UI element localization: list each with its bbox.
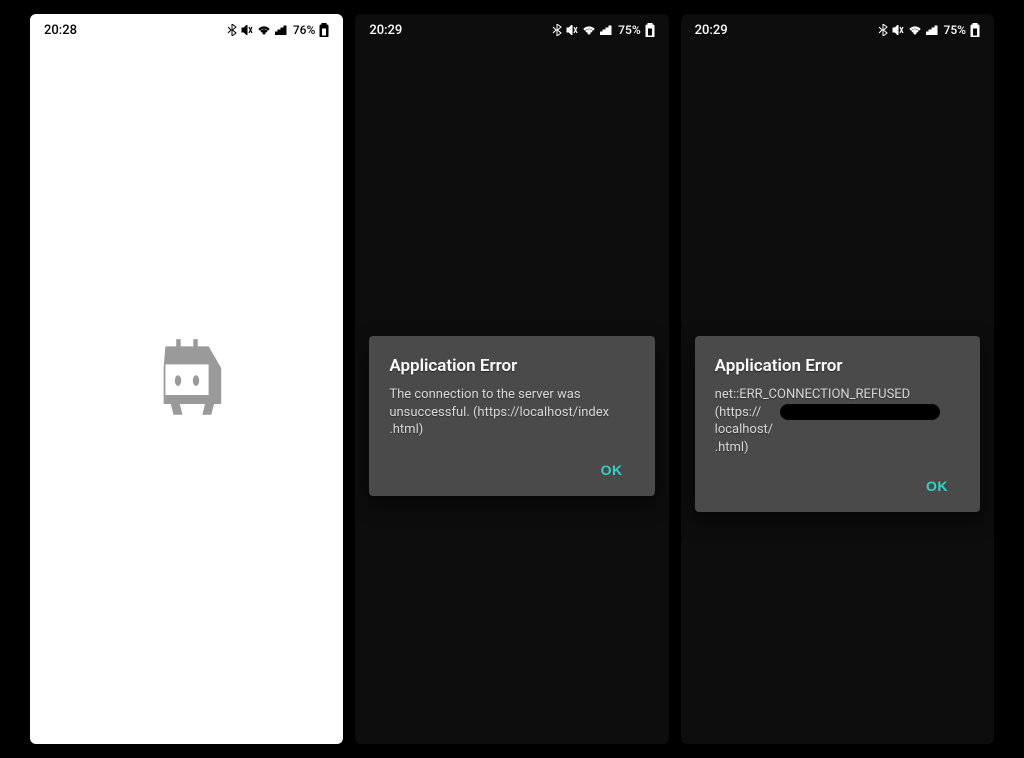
error-dialog: Application Error The connection to the … bbox=[369, 336, 654, 496]
dialog-title: Application Error bbox=[715, 356, 960, 376]
wifi-icon bbox=[582, 25, 596, 35]
cordova-robot-icon bbox=[142, 332, 232, 426]
battery-icon bbox=[970, 23, 980, 37]
ok-button[interactable]: OK bbox=[589, 454, 635, 486]
splash-area bbox=[30, 14, 343, 744]
signal-icon bbox=[600, 25, 612, 35]
clock-text: 20:29 bbox=[369, 23, 402, 38]
dialog-actions: OK bbox=[715, 470, 960, 502]
error-dialog: Application Error net::ERR_CONNECTION_RE… bbox=[695, 336, 980, 512]
dialog-line-3: .html) bbox=[389, 421, 634, 439]
redaction-mark bbox=[780, 404, 940, 420]
ok-button[interactable]: OK bbox=[914, 470, 960, 502]
phone-screen-3: 20:29 75% Application Error net::ERR_CON… bbox=[681, 14, 994, 744]
status-icons: 75% bbox=[552, 23, 654, 37]
bluetooth-icon bbox=[878, 24, 888, 36]
battery-text: 75% bbox=[944, 23, 966, 37]
dialog-message: The connection to the server was unsucce… bbox=[389, 386, 634, 440]
dialog-line-3: .html) bbox=[715, 439, 960, 457]
mute-icon bbox=[892, 25, 904, 35]
battery-icon bbox=[645, 23, 655, 37]
signal-icon bbox=[926, 25, 938, 35]
bluetooth-icon bbox=[552, 24, 562, 36]
wifi-icon bbox=[908, 25, 922, 35]
dialog-message: net::ERR_CONNECTION_REFUSED (https:// lo… bbox=[715, 386, 960, 456]
dialog-title: Application Error bbox=[389, 356, 634, 376]
mute-icon bbox=[566, 25, 578, 35]
phone-screen-2: 20:29 75% Application Error The connecti… bbox=[355, 14, 668, 744]
status-bar: 20:29 75% bbox=[355, 14, 668, 46]
dialog-line-2: unsuccessful. (https://localhost/index bbox=[389, 404, 634, 422]
phone-screen-1: 20:28 76% bbox=[30, 14, 343, 744]
clock-text: 20:29 bbox=[695, 23, 728, 38]
battery-text: 75% bbox=[618, 23, 640, 37]
status-bar: 20:29 75% bbox=[681, 14, 994, 46]
dialog-line-1: The connection to the server was bbox=[389, 386, 634, 404]
dialog-actions: OK bbox=[389, 454, 634, 486]
dialog-line-2: localhost/ bbox=[715, 421, 960, 439]
status-icons: 75% bbox=[878, 23, 980, 37]
